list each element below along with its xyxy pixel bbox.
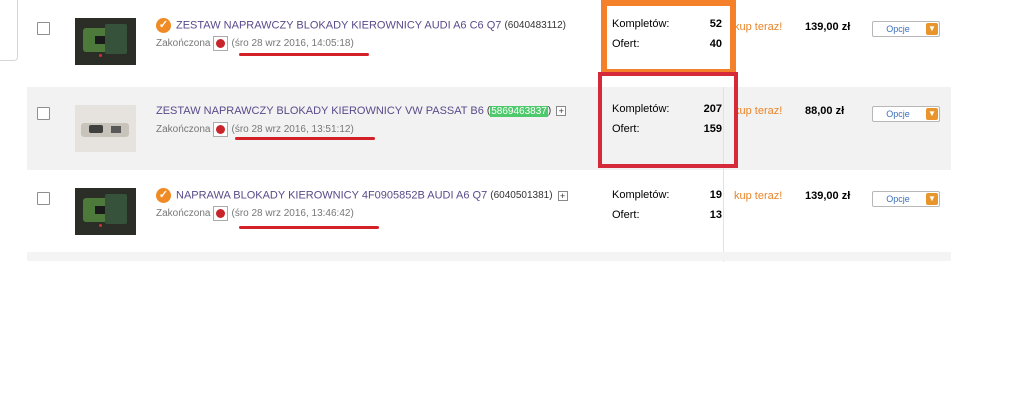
clock-icon[interactable] [213,122,229,137]
item-title-line: ZESTAW NAPRAWCZY BLOKADY KIEROWNICY VW P… [156,105,567,117]
clock-icon[interactable] [213,36,229,51]
item-stats: Kompletów: 19 Ofert: 13 [612,189,722,229]
chevron-down-icon: ▼ [926,193,938,205]
check-circle-icon: ✓ [156,18,171,33]
stats-highlight-red [598,72,738,168]
plus-icon[interactable]: + [556,106,567,117]
ended-status: Zakończona [156,38,211,49]
item-price: 139,00 zł [805,21,851,33]
kompletow-label: Kompletów: [612,189,670,201]
item-status-line: Zakończona (śro 28 wrz 2016, 13:46:42) [156,206,354,221]
end-date: (śro 28 wrz 2016, 13:51:12) [231,124,354,135]
item-thumbnail[interactable] [75,105,136,152]
options-dropdown[interactable]: Opcje ▼ [872,21,940,37]
table-row: ✓ ZESTAW NAPRAWCZY BLOKADY KIEROWNICY AUD… [27,0,951,87]
item-title-link[interactable]: ZESTAW NAPRAWCZY BLOKADY KIEROWNICY AUDI… [176,20,501,32]
item-id-close: ) [547,105,552,117]
item-price: 88,00 zł [805,105,845,117]
end-date: (śro 28 wrz 2016, 13:46:42) [231,208,354,219]
buy-now-label: kup teraz! [734,190,783,202]
ofert-label: Ofert: [612,209,640,221]
item-id: (6040483112) [504,20,567,31]
item-id-highlighted: 5869463837 [490,105,548,117]
select-checkbox[interactable] [37,22,50,35]
date-underline-annotation [239,226,379,229]
options-label: Opcje [886,194,910,204]
end-date: (śro 28 wrz 2016, 14:05:18) [231,38,354,49]
select-checkbox[interactable] [37,192,50,205]
item-title-link[interactable]: ZESTAW NAPRAWCZY BLOKADY KIEROWNICY VW P… [156,105,484,117]
kompletow-value: 19 [709,189,722,201]
clock-icon[interactable] [213,206,229,221]
ofert-value: 13 [709,209,722,221]
plus-icon[interactable]: + [557,190,568,201]
item-status-line: Zakończona (śro 28 wrz 2016, 13:51:12) [156,122,354,137]
select-checkbox[interactable] [37,107,50,120]
buy-now-label: kup teraz! [734,105,783,117]
item-status-line: Zakończona (śro 28 wrz 2016, 14:05:18) [156,36,354,51]
left-panel-edge [0,0,18,61]
item-title-link[interactable]: NAPRAWA BLOKADY KIEROWNICY 4F0905852B AU… [176,190,487,202]
options-dropdown[interactable]: Opcje ▼ [872,191,940,207]
ended-status: Zakończona [156,124,211,135]
chevron-down-icon: ▼ [926,108,938,120]
chevron-down-icon: ▼ [926,23,938,35]
table-footer [27,252,951,261]
date-underline-annotation [235,137,375,140]
table-row: ZESTAW NAPRAWCZY BLOKADY KIEROWNICY VW P… [27,87,951,170]
item-thumbnail[interactable] [75,18,136,65]
item-thumbnail[interactable] [75,188,136,235]
check-circle-icon: ✓ [156,188,171,203]
item-title-line: ✓ NAPRAWA BLOKADY KIEROWNICY 4F0905852B A… [156,188,568,203]
item-title-line: ✓ ZESTAW NAPRAWCZY BLOKADY KIEROWNICY AUD… [156,18,566,33]
buy-now-label: kup teraz! [734,21,783,33]
options-label: Opcje [886,24,910,34]
item-price: 139,00 zł [805,190,851,202]
item-id: (6040501381) [490,190,553,201]
options-label: Opcje [886,109,910,119]
date-underline-annotation [239,53,369,56]
options-dropdown[interactable]: Opcje ▼ [872,106,940,122]
ended-status: Zakończona [156,208,211,219]
table-row: ✓ NAPRAWA BLOKADY KIEROWNICY 4F0905852B A… [27,170,951,252]
stats-highlight-orange [601,0,736,75]
